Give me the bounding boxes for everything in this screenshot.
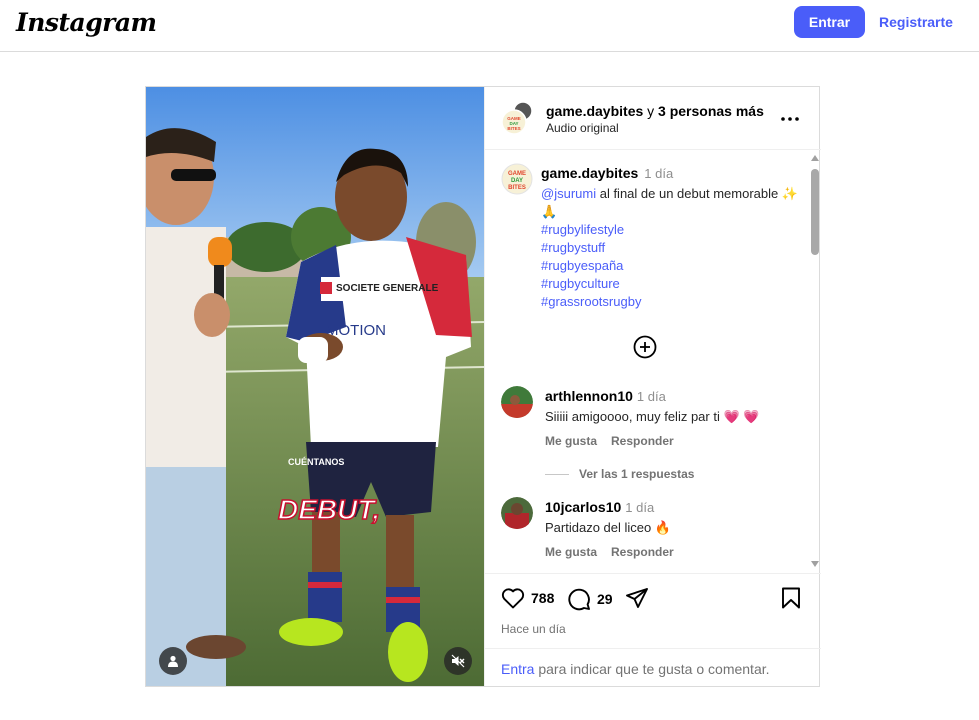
sponsor-text: SOCIETE GENERALE — [336, 283, 439, 294]
comment-time[interactable]: 1 día — [637, 389, 666, 404]
plus-circle-icon — [633, 335, 657, 359]
post-card: SOCIETE GENERALE MOTION CUÉNTANOS DEBUT, — [145, 86, 821, 687]
svg-text:BITES: BITES — [508, 185, 526, 191]
hashtag-link[interactable]: #rugbyespaña — [541, 257, 803, 275]
speaker-muted-icon — [451, 654, 465, 668]
login-prompt-text: para indicar que te gusta o comentar. — [538, 661, 770, 677]
share-button[interactable] — [625, 587, 649, 609]
comment-button[interactable]: 29 — [567, 587, 613, 611]
post-author-username[interactable]: game.daybites — [546, 103, 643, 119]
comment-like-button[interactable]: Me gusta — [545, 434, 597, 448]
caption-time[interactable]: 1 día — [644, 166, 673, 181]
sock — [308, 572, 342, 622]
coauthors-connector: y — [647, 103, 655, 119]
comment-reply-button[interactable]: Responder — [611, 545, 674, 559]
comment-username[interactable]: 10jcarlos10 — [545, 499, 621, 515]
login-button[interactable]: Entrar — [794, 6, 865, 38]
hashtag-link[interactable]: #rugbyculture — [541, 275, 803, 293]
comments-section[interactable]: GAME DAY BITES game.daybites 1 día @jsuru… — [485, 151, 821, 573]
scroll-down-arrow-icon[interactable] — [811, 561, 819, 567]
svg-text:GAME: GAME — [508, 171, 526, 177]
comment-actions: Me gusta Responder — [545, 434, 795, 448]
sunglasses — [171, 169, 216, 181]
microphone — [208, 237, 232, 267]
paper-plane-icon — [626, 588, 648, 608]
bookmark-icon — [782, 587, 800, 609]
post-author[interactable]: game.daybites y 3 personas más — [546, 103, 764, 119]
comment-text-content: Partidazo del liceo — [545, 520, 652, 535]
coauthors-avatar[interactable]: GAME DAY BITES — [501, 101, 535, 135]
post-header: GAME DAY BITES game.daybites y 3 persona… — [485, 87, 821, 150]
view-replies-label: Ver las 1 respuestas — [579, 467, 695, 481]
comment-text: Partidazo del liceo 🔥 — [545, 519, 795, 537]
comments-scrollbar[interactable] — [810, 151, 820, 573]
instagram-logo[interactable]: Instagram — [16, 8, 157, 37]
post-actions: 788 29 Hace un día Entra para indicar qu… — [485, 573, 821, 686]
post-caption: game.daybites 1 día @jsurumi al final de … — [541, 164, 803, 311]
comment-like-button[interactable]: Me gusta — [545, 545, 597, 559]
comment-item: arthlennon10 1 día Siiiii amigoooo, muy f… — [501, 386, 801, 458]
post-video[interactable]: SOCIETE GENERALE MOTION CUÉNTANOS DEBUT, — [146, 87, 484, 686]
hashtag-link[interactable]: #grassrootsrugby — [541, 293, 803, 311]
hashtag-link[interactable]: #rugbystuff — [541, 239, 803, 257]
wrist-tape — [298, 337, 328, 363]
heart-icon — [501, 588, 525, 609]
more-horizontal-icon — [781, 117, 799, 121]
replies-divider — [545, 473, 569, 475]
like-button[interactable]: 788 — [501, 587, 554, 609]
likes-count[interactable]: 788 — [531, 590, 554, 606]
more-options-button[interactable] — [778, 107, 802, 131]
comment-emojis: 🔥 — [654, 520, 672, 535]
audio-label[interactable]: Audio original — [546, 121, 619, 135]
sock-stripe — [386, 597, 420, 603]
load-more-comments-button[interactable] — [632, 334, 658, 360]
wrist-tape — [378, 345, 408, 367]
commenter-avatar[interactable] — [501, 497, 533, 529]
sponsor-logo — [320, 282, 332, 294]
overlay-caption-small: CUÉNTANOS — [288, 457, 344, 467]
comment-reply-button[interactable]: Responder — [611, 434, 674, 448]
login-prompt: Entra para indicar que te gusta o coment… — [485, 648, 821, 687]
svg-text:DAY: DAY — [511, 178, 523, 184]
save-button[interactable] — [781, 587, 801, 609]
user-icon — [168, 655, 178, 667]
post-date[interactable]: Hace un día — [501, 622, 566, 636]
comment-text-content: Siiiii amigoooo, muy feliz par ti — [545, 409, 720, 424]
mute-button[interactable] — [444, 647, 472, 675]
login-link[interactable]: Entra — [501, 661, 534, 677]
hashtag-link[interactable]: #rugbylifestyle — [541, 221, 803, 239]
comment-text: Siiiii amigoooo, muy feliz par ti 💗 💗 — [545, 408, 795, 426]
overlay-caption-debut: DEBUT, — [278, 494, 380, 525]
top-navigation-bar: Instagram Entrar Registrarte — [0, 0, 979, 52]
comment-item: 10jcarlos10 1 día Partidazo del liceo 🔥 M… — [501, 497, 801, 569]
tagged-users-button[interactable] — [159, 647, 187, 675]
scroll-thumb[interactable] — [811, 169, 819, 255]
comment-username[interactable]: arthlennon10 — [545, 388, 633, 404]
boot — [388, 622, 428, 682]
comment-actions: Me gusta Responder — [545, 545, 795, 559]
comment-body: 10jcarlos10 1 día Partidazo del liceo 🔥 M… — [545, 499, 795, 559]
caption-mention[interactable]: @jsurumi — [541, 186, 596, 201]
boot — [279, 618, 343, 646]
comment-body: arthlennon10 1 día Siiiii amigoooo, muy f… — [545, 388, 795, 448]
interviewer-hand — [194, 293, 230, 337]
caption-avatar[interactable]: GAME DAY BITES — [501, 163, 533, 195]
comment-time[interactable]: 1 día — [625, 500, 654, 515]
comments-count[interactable]: 29 — [597, 591, 613, 607]
shoe — [186, 635, 246, 659]
caption-username[interactable]: game.daybites — [541, 165, 638, 181]
view-replies-button[interactable]: Ver las 1 respuestas — [545, 467, 694, 481]
comment-bubble-icon — [568, 588, 590, 611]
scroll-up-arrow-icon[interactable] — [811, 155, 819, 161]
comment-emojis: 💗 💗 — [723, 409, 760, 424]
caption-text: al final de un debut memorable — [599, 186, 779, 201]
svg-text:BITES: BITES — [507, 126, 520, 131]
player-leg — [386, 515, 414, 595]
sock-stripe — [308, 582, 342, 588]
video-frame: SOCIETE GENERALE MOTION CUÉNTANOS DEBUT, — [146, 87, 484, 686]
signup-button[interactable]: Registrarte — [871, 6, 961, 38]
commenter-avatar[interactable] — [501, 386, 533, 418]
coauthors-count[interactable]: 3 personas más — [658, 103, 764, 119]
post-side-panel: GAME DAY BITES game.daybites y 3 persona… — [484, 87, 821, 686]
